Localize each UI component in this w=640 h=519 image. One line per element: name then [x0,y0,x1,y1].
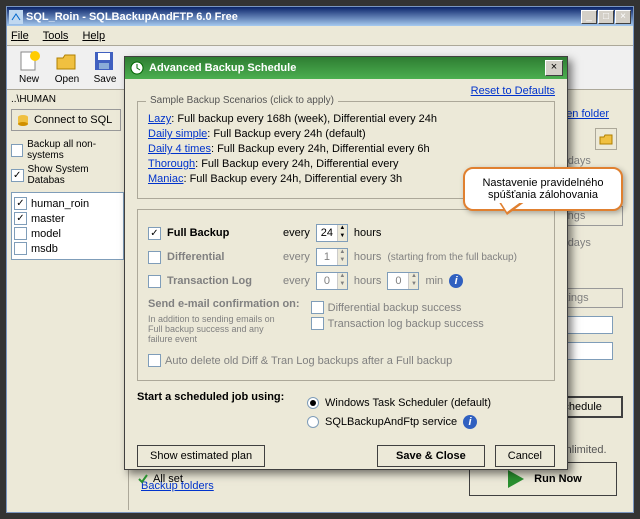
chk-show-system[interactable]: ✓ [11,169,24,182]
menu-tools[interactable]: Tools [43,30,69,42]
dialog-titlebar: Advanced Backup Schedule × [125,57,567,79]
chk-differential[interactable] [148,251,161,264]
info-icon[interactable]: i [449,274,463,288]
advanced-backup-dialog: Advanced Backup Schedule × Reset to Defa… [124,56,568,470]
toolbar-new[interactable]: New [11,50,47,85]
chk-tlog[interactable] [148,275,161,288]
folder-icon [599,133,613,145]
scenario-lazy[interactable]: Lazy [148,113,171,125]
list-item[interactable]: ✓master [14,212,121,225]
menu-file[interactable]: File [11,30,29,42]
cancel-button[interactable]: Cancel [495,445,555,467]
save-icon [93,50,117,74]
all-set-status: All set [137,473,555,485]
full-hours-spinner[interactable]: 24▲▼ [316,224,348,242]
chk-tlog-success[interactable] [311,317,324,330]
scenario-daily4[interactable]: Daily 4 times [148,143,211,155]
scenarios-legend: Sample Backup Scenarios (click to apply) [146,95,338,106]
folder-button[interactable] [595,128,617,150]
db-list: ✓human_roin ✓master model msdb [11,192,124,260]
check-icon [137,473,149,485]
radio-wts[interactable] [307,397,319,409]
diff-hours-spinner[interactable]: 1▲▼ [316,248,348,266]
info-icon[interactable]: i [463,415,477,429]
new-icon [17,50,41,74]
menubar: File Tools Help [7,26,633,46]
list-item[interactable]: ✓human_roin [14,197,121,210]
scenario-maniac[interactable]: Maniac [148,173,183,185]
menu-help[interactable]: Help [82,30,105,42]
window-title: SQL_Roin - SQLBackupAndFTP 6.0 Free [26,11,581,23]
dialog-close-button[interactable]: × [545,60,563,76]
tlog-min-spinner[interactable]: 0▲▼ [387,272,419,290]
list-item[interactable]: model [14,227,121,240]
close-button[interactable]: × [615,10,631,24]
show-plan-button[interactable]: Show estimated plan [137,445,265,467]
scenario-thorough[interactable]: Thorough [148,158,195,170]
list-item[interactable]: msdb [14,242,121,255]
path-label: ..\HUMAN [11,94,124,105]
minimize-button[interactable]: _ [581,10,597,24]
radio-service[interactable] [307,416,319,428]
chk-diff-success[interactable] [311,301,324,314]
tlog-hours-spinner[interactable]: 0▲▼ [316,272,348,290]
scenario-daily-simple[interactable]: Daily simple [148,128,207,140]
maximize-button[interactable]: □ [598,10,614,24]
dialog-title: Advanced Backup Schedule [149,62,296,74]
toolbar-open[interactable]: Open [49,50,85,85]
chk-full-backup[interactable]: ✓ [148,227,161,240]
connect-button[interactable]: Connect to SQL [11,109,121,131]
sidebar: ..\HUMAN Connect to SQL Backup all non-s… [7,90,129,510]
callout-tooltip: Nastavenie pravidelného spúšťania záloho… [463,167,623,211]
db-icon [16,113,30,127]
schedule-fieldset: ✓ Full Backup every 24▲▼ hours Different… [137,209,555,381]
chk-non-systems[interactable] [11,144,23,157]
start-using-label: Start a scheduled job using: [137,391,287,435]
chk-auto-delete[interactable] [148,354,161,367]
clock-icon [129,60,145,76]
open-icon [55,50,79,74]
toolbar-save[interactable]: Save [87,50,123,85]
save-close-button[interactable]: Save & Close [377,445,485,467]
titlebar: SQL_Roin - SQLBackupAndFTP 6.0 Free _ □ … [7,7,633,26]
app-icon [9,10,23,24]
